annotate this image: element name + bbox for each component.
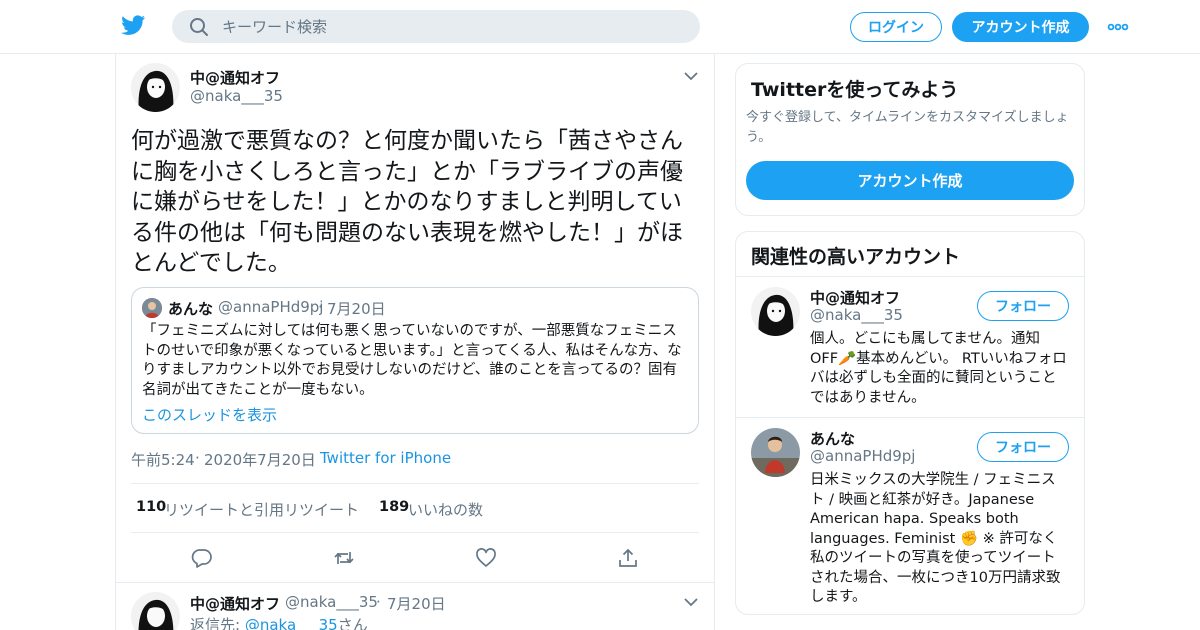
avatar (142, 298, 162, 318)
reply-suffix: さん (337, 616, 368, 630)
replying-to: 返信先: @naka___35さん (190, 614, 368, 630)
avatar[interactable] (751, 287, 800, 336)
account-handle[interactable]: @naka___35 (810, 306, 903, 324)
signup-card-button[interactable]: アカウント作成 (746, 161, 1074, 200)
reply-icon[interactable] (191, 547, 213, 569)
tweet-source-link[interactable]: Twitter for iPhone (320, 449, 451, 467)
divider (736, 276, 1084, 277)
like-heart-icon[interactable] (475, 547, 497, 569)
tweet-author-name[interactable]: 中@通知オフ (190, 67, 280, 88)
show-thread-link[interactable]: このスレッドを表示 (142, 404, 277, 425)
reply-author-handle[interactable]: @naka___35 (285, 593, 378, 611)
quoted-author-handle: @annaPHd9pj (218, 298, 324, 316)
avatar[interactable] (131, 63, 180, 112)
reply-author-name[interactable]: 中@通知オフ (190, 593, 280, 614)
tweet-author-handle[interactable]: @naka___35 (190, 87, 283, 105)
separator-dot: · (195, 449, 200, 467)
signup-card-title: Twitterを使ってみよう (751, 79, 959, 101)
separator-dot: · (310, 449, 315, 467)
chevron-down-icon[interactable] (684, 72, 698, 81)
signup-button[interactable]: アカウント作成 (952, 12, 1089, 42)
signup-card-subtitle: 今すぐ登録して、タイムラインをカスタマイズしましょう。 (746, 110, 1069, 145)
like-count[interactable]: 189 (379, 499, 409, 515)
reply-prefix: 返信先: (190, 616, 245, 630)
account-bio: 個人。どこにも属してません。通知OFF🥕基本めんどい。 RTいいねフォロバは必ず… (810, 331, 1067, 406)
more-dots-icon[interactable] (1107, 22, 1129, 32)
login-button[interactable]: ログイン (850, 12, 942, 42)
retweet-icon[interactable] (333, 547, 355, 569)
like-label[interactable]: いいねの数 (408, 499, 483, 520)
chevron-down-icon[interactable] (684, 598, 698, 607)
quoted-text: 「フェミニズムに対しては何も悪く思っていないのですが、一部悪質なフェミニストのせ… (142, 323, 682, 398)
tweet-time[interactable]: 午前5:24 (131, 449, 195, 470)
search-icon (190, 18, 208, 36)
quoted-date: 7月20日 (327, 300, 386, 318)
retweet-label[interactable]: リツイートと引用リツイート (164, 499, 359, 520)
separator-dot: · (376, 593, 381, 611)
avatar[interactable] (751, 428, 800, 477)
follow-button[interactable]: フォロー (977, 291, 1069, 321)
related-accounts-title: 関連性の高いアカウント (751, 246, 961, 268)
search-input[interactable] (222, 10, 682, 43)
top-navigation-bar: ログイン アカウント作成 (0, 0, 1200, 54)
divider (131, 483, 699, 484)
quoted-tweet[interactable]: あんな @annaPHd9pj · 7月20日 「フェミニズムに対しては何も悪く… (131, 287, 699, 434)
reply-date[interactable]: 7月20日 (387, 593, 446, 614)
separator-dot: · (318, 298, 323, 316)
quoted-author-name: あんな (168, 300, 214, 318)
tweet-date[interactable]: 2020年7月20日 (204, 449, 316, 470)
divider (116, 582, 714, 583)
account-bio: 日米ミックスの大学院生 / フェミニスト / 映画と紅茶が好き。Japanese… (810, 472, 1061, 605)
divider (736, 417, 1084, 418)
account-name[interactable]: あんな (810, 428, 855, 449)
reply-handle-link[interactable]: @naka___35 (245, 616, 338, 630)
divider (131, 532, 699, 533)
tweet-text: 何が過激で悪質なの？と何度か聞いたら「茜さやさんに胸を小さくしろと言った」とか「… (131, 128, 683, 276)
share-icon[interactable] (617, 547, 639, 569)
follow-button[interactable]: フォロー (977, 432, 1069, 462)
account-handle[interactable]: @annaPHd9pj (810, 447, 915, 465)
twitter-bird-icon[interactable] (120, 13, 147, 37)
retweet-count[interactable]: 110 (136, 499, 166, 515)
account-name[interactable]: 中@通知オフ (810, 287, 900, 308)
